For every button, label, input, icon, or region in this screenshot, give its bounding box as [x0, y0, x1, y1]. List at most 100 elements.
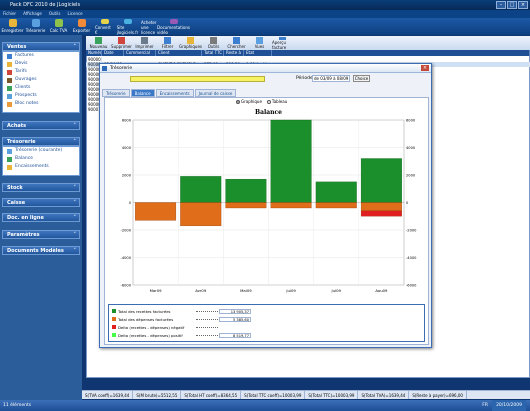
grid-column-header[interactable]: Commercial	[124, 50, 156, 56]
save-icon	[8, 19, 17, 27]
grid-column-header[interactable]: Date	[102, 50, 124, 56]
tab-balance[interactable]: Balance	[130, 89, 155, 97]
grid-toolbar-button-0[interactable]: Nouveau	[88, 36, 109, 50]
grid-toolbar-button-2[interactable]: Imprimer	[134, 36, 155, 50]
menu-affichage[interactable]: Affichage	[23, 10, 42, 18]
periode-label: Période	[296, 76, 313, 81]
sidebar-item-0[interactable]: Trésorerie (courante)	[3, 147, 79, 155]
grid-toolbar-button-6[interactable]: Chercher	[226, 36, 247, 50]
grid-toolbar-label: Nouveau	[89, 44, 108, 49]
grid-column-header[interactable]: Numéro	[86, 50, 102, 56]
status-cell: S(Reste à payer)=696,00	[409, 391, 467, 399]
grid-toolbar-label: Vues	[254, 44, 265, 49]
menu-fichier[interactable]: Fichier	[3, 10, 16, 18]
bar-1-1[interactable]	[180, 202, 222, 227]
sidebar-item-2[interactable]: Encaissements	[3, 163, 79, 171]
sidebar-item-0[interactable]: Factures	[3, 52, 79, 60]
tools-icon	[210, 37, 217, 44]
grid-toolbar-label: Imprimer	[135, 44, 154, 49]
sidebar-item-1[interactable]: Balance	[3, 155, 79, 163]
y-tick-label-right: 0	[406, 201, 409, 205]
close-app-button[interactable]: ×	[518, 1, 528, 9]
y-tick-label: 6000	[122, 119, 132, 123]
maximize-button[interactable]: □	[507, 1, 517, 9]
summary-value: 5 385,60	[219, 316, 251, 322]
toolbar-button-label: Calc TVA	[49, 28, 68, 33]
radio-graphique[interactable]: Graphique	[236, 99, 262, 105]
grid-toolbar-label: Graphiques	[179, 44, 202, 49]
bar-0-5[interactable]	[360, 158, 402, 203]
sidebar-item-3[interactable]: Ouvrages	[3, 76, 79, 84]
periode-input[interactable]: de 03/09 à 08/09	[312, 75, 350, 82]
section-tresorerie[interactable]: Trésorerie ˄	[2, 137, 80, 146]
grid-toolbar-button-3[interactable]: Filtrer	[157, 36, 178, 50]
account-selector[interactable]	[130, 76, 265, 82]
bar-0-1[interactable]	[180, 176, 222, 203]
summary-label: Delta (recettes - dépenses) négatif	[118, 324, 185, 330]
grid-toolbar-button-8[interactable]: Aperçu facture	[272, 36, 293, 50]
section-stock[interactable]: Stock ˅	[2, 183, 80, 192]
section-ventes[interactable]: Ventes ˄	[2, 42, 80, 51]
toolbar-button-0[interactable]: Enregistrer	[1, 18, 24, 35]
bar-1-5[interactable]	[360, 202, 402, 211]
grid-column-header[interactable]: Client	[156, 50, 202, 56]
toolbar-button-1[interactable]: Trésorerie	[26, 18, 45, 35]
menu-licence[interactable]: Licence	[67, 10, 82, 18]
bar-1-4[interactable]	[315, 202, 357, 209]
invoice-toolbar: Nouveau Supprimer Imprimer Filtrer Graphique…	[86, 36, 530, 50]
grid-toolbar-button-7[interactable]: Vues	[249, 36, 270, 50]
menu-outils[interactable]: Outils	[49, 10, 61, 18]
sidebar-item-2[interactable]: Tarifs	[3, 68, 79, 76]
grid-column-header[interactable]: Total TTC	[202, 50, 224, 56]
grid-toolbar-button-5[interactable]: Outils	[203, 36, 224, 50]
toolbar-button-2[interactable]: Calc TVA	[49, 18, 68, 35]
sidebar-item-6[interactable]: Bloc notes	[3, 100, 79, 108]
chart-icon	[187, 37, 194, 44]
grid-toolbar-button-4[interactable]: Graphiques	[179, 36, 202, 50]
tab-encaissements[interactable]: Encaissements	[155, 89, 194, 97]
grid-toolbar-label: Supprimer	[111, 44, 132, 49]
bar-0-3[interactable]	[270, 119, 312, 203]
sidebar-item-label: Balance	[15, 156, 33, 161]
grid-column-header[interactable]: Reste à	[224, 50, 244, 56]
sidebar-item-5[interactable]: Prospects	[3, 92, 79, 100]
choice-button[interactable]: Choice	[353, 75, 370, 82]
radio-tableau[interactable]: Tableau	[266, 99, 287, 105]
section-documents-modeles[interactable]: Documents Modèles ˅	[2, 246, 80, 255]
close-window-button[interactable]: ×	[421, 65, 429, 71]
x-tick-label: Jul09	[331, 288, 342, 293]
bar-0-2[interactable]	[225, 178, 267, 203]
item-icon	[7, 156, 12, 162]
toolbar-button-5[interactable]: Site jlogiciels.fr	[117, 18, 138, 35]
grid-header: NuméroDateCommercialClientTotal TTCReste…	[86, 50, 530, 56]
toolbar-button-7[interactable]: Documentations vidéo	[157, 18, 190, 35]
tresorerie-window: Trésorerie × Période de 03/09 à 08/09 Ch…	[99, 63, 432, 348]
sidebar-item-4[interactable]: Clients	[3, 84, 79, 92]
summary-row: Total des dépenses facturées	[112, 316, 173, 322]
tab-tresorerie[interactable]: Trésorerie	[102, 89, 130, 97]
bar-1-0[interactable]	[135, 202, 177, 221]
summary-label: Delta (recettes - dépenses) positif	[118, 332, 183, 338]
x-tick-label: Mar09	[150, 288, 163, 293]
toolbar-button-4[interactable]: Convert €	[95, 18, 114, 35]
sidebar-item-1[interactable]: Devis	[3, 60, 79, 68]
periode-row: Période de 03/09 à 08/09 Choice	[100, 74, 431, 85]
legend-swatch-icon	[112, 325, 116, 329]
tab-journal-de-caisse[interactable]: Journal de caisse	[194, 89, 237, 97]
section-tresorerie-title: Trésorerie	[7, 139, 36, 145]
section-achats[interactable]: Achats ˅	[2, 121, 80, 130]
grid-column-header[interactable]: Etat	[244, 50, 272, 56]
chart-title: Balance	[255, 109, 282, 116]
bar-2-5[interactable]	[360, 210, 402, 217]
toolbar-button-3[interactable]: Exporter	[72, 18, 91, 35]
section-caisse[interactable]: Caisse ˅	[2, 198, 80, 207]
section-doc-en-ligne[interactable]: Doc. en ligne ˅	[2, 213, 80, 222]
grid-toolbar-button-1[interactable]: Supprimer	[111, 36, 132, 50]
minimize-button[interactable]: –	[496, 1, 506, 9]
language-indicator[interactable]: FR	[482, 400, 488, 411]
section-parametres[interactable]: Paramètres ˅	[2, 230, 80, 239]
bar-0-4[interactable]	[315, 181, 357, 203]
bar-1-3[interactable]	[270, 202, 312, 209]
grid-column-header[interactable]	[272, 50, 530, 56]
bar-1-2[interactable]	[225, 202, 267, 209]
